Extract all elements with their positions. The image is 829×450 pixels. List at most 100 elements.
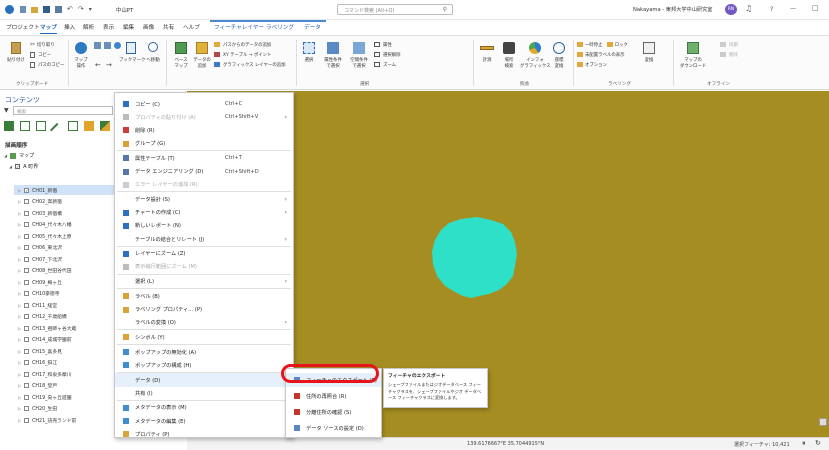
layer-visibility-checkbox[interactable]	[24, 210, 30, 216]
menu-item-data-design[interactable]: データ設計 (S) ›	[115, 192, 293, 206]
pause-drawing-icon[interactable]: ⏸	[802, 439, 806, 448]
layer-item[interactable]: ▷ CH02_高新宿	[18, 197, 62, 207]
add-from-path-button[interactable]: パスからのデータの追加	[214, 41, 271, 48]
menu-item-paste-properties[interactable]: プロパティの貼り付け (A) Ctrl+Shift+V ›	[115, 110, 293, 124]
tab-data[interactable]: データ	[304, 23, 321, 31]
layer-item[interactable]: ▷ CH11_経堂	[18, 300, 57, 310]
layer-visibility-checkbox[interactable]	[24, 337, 30, 342]
layer-item[interactable]: ▷ CH18_登戸	[18, 381, 57, 391]
user-name[interactable]: Nakayama - 東邦大学中山研究室	[633, 6, 713, 13]
new-icon[interactable]	[20, 6, 26, 13]
sync-button[interactable]: 同期	[720, 41, 738, 48]
list-by-labeling-icon[interactable]	[84, 121, 94, 131]
zoom-to-selection-button[interactable]: ズーム	[374, 61, 396, 68]
layer-item[interactable]: ▷ CH07_下北沢	[18, 254, 62, 264]
command-search-input[interactable]: コマンド検索 (Alt+Q) ⚲	[337, 4, 453, 15]
expand-icon[interactable]: ▷	[18, 234, 21, 239]
tab-insert[interactable]: 挿入	[64, 23, 75, 31]
maximize-icon[interactable]: □	[812, 4, 819, 12]
menu-item-sharing[interactable]: 共有 (I)›	[115, 386, 293, 400]
select-by-location-button[interactable]: 空間条件 で選択	[348, 40, 370, 72]
group-layer-checkbox[interactable]: ✓	[15, 164, 21, 169]
copy-path-button[interactable]: パスのコピー	[30, 61, 64, 68]
layer-visibility-checkbox[interactable]	[24, 245, 30, 250]
expand-icon[interactable]: ▷	[18, 188, 21, 193]
expand-icon[interactable]: ▷	[18, 326, 21, 331]
expand-icon[interactable]: ▷	[18, 349, 21, 354]
menu-item-new-report[interactable]: 新しいレポート (N)	[115, 219, 293, 233]
layer-item[interactable]: ▷ CH06_東北沢	[18, 243, 62, 253]
undo-icon[interactable]: ↶	[67, 6, 73, 14]
open-icon[interactable]	[31, 7, 38, 13]
filter-icon[interactable]: ▼	[4, 107, 9, 114]
label-options-button[interactable]: オプション	[577, 61, 607, 68]
layer-visibility-checkbox[interactable]	[24, 325, 30, 331]
expand-icon[interactable]: ▷	[18, 337, 21, 342]
forward-icon[interactable]: →	[106, 61, 112, 69]
menu-item-joins-relates[interactable]: テーブルの結合とリレート (J) ›	[115, 232, 293, 246]
tab-share[interactable]: 共有	[163, 23, 174, 31]
list-by-drawing-order-icon[interactable]	[4, 121, 14, 131]
selected-features-count[interactable]: 選択フィーチャ: 10,421	[734, 441, 790, 448]
submenu-item-review-addresses[interactable]: 分離住所の確認 (S)	[286, 405, 381, 419]
expand-icon[interactable]: ▷	[18, 257, 21, 262]
menu-item-configure-popups[interactable]: ポップアップの構成 (H)	[115, 358, 293, 372]
list-by-selection-icon[interactable]	[36, 121, 46, 131]
tab-imagery[interactable]: 画像	[143, 23, 154, 31]
submenu-item-set-data-source[interactable]: データ ソースの設定 (D)	[286, 421, 381, 435]
menu-item-edit-metadata[interactable]: メタデータの編集 (E)	[115, 414, 293, 428]
xy-table-button[interactable]: XY テーブル → ポイント	[214, 51, 271, 58]
fixed-zoom-out-icon[interactable]	[104, 42, 111, 49]
fixed-zoom-in-icon[interactable]	[94, 42, 101, 49]
list-by-editing-icon[interactable]	[49, 122, 65, 138]
layer-item[interactable]: ▷ CH08_世田谷代田	[18, 266, 72, 276]
contents-search-input[interactable]: 検索	[13, 106, 113, 115]
expand-icon[interactable]: ▷	[18, 222, 21, 227]
layer-visibility-checkbox[interactable]	[24, 371, 30, 377]
menu-item-data[interactable]: データ (D)›	[115, 373, 293, 387]
menu-item-view-metadata[interactable]: メタデータの表示 (M)	[115, 401, 293, 415]
menu-item-remove[interactable]: 削除 (R)	[115, 123, 293, 137]
graphics-layer-button[interactable]: グラフィックス レイヤーの追加	[214, 61, 286, 68]
select-button[interactable]: 選択	[300, 40, 318, 72]
infographics-button[interactable]: インフォ グラフィックス	[520, 40, 551, 72]
layer-item[interactable]: ▷ CH14_成城学園前	[18, 335, 72, 345]
customize-icon[interactable]: ▾	[89, 6, 92, 14]
tab-edit[interactable]: 編集	[123, 23, 134, 31]
menu-item-attribute-table[interactable]: 属性テーブル (T) Ctrl+T	[115, 151, 293, 165]
collapse-icon[interactable]: ◢	[9, 164, 12, 169]
layer-visibility-checkbox[interactable]	[24, 233, 30, 239]
help-icon[interactable]: ?	[770, 5, 773, 13]
layer-item[interactable]: ▷ CH13_祖師ヶ谷大蔵	[18, 323, 76, 333]
layer-visibility-checkbox[interactable]	[24, 222, 30, 227]
expand-icon[interactable]: ▷	[18, 245, 21, 250]
full-extent-icon[interactable]	[114, 42, 121, 49]
layer-item[interactable]: ▷ CH12_千歳船橋	[18, 312, 67, 322]
layer-item[interactable]: ▷ CH03_新宿橋	[18, 208, 62, 218]
layer-visibility-checkbox[interactable]	[24, 406, 30, 411]
tab-help[interactable]: ヘルプ	[183, 23, 200, 31]
add-data-button[interactable]: データの 追加	[193, 40, 211, 72]
submenu-item-rematch-addresses[interactable]: 住所の再照合 (R)	[286, 389, 381, 403]
layer-visibility-checkbox[interactable]	[24, 302, 30, 308]
convert-coordinates-button[interactable]: 座標 変換	[550, 40, 568, 72]
map-node[interactable]: ◢ マップ	[4, 152, 34, 159]
remove-button[interactable]: 削除	[720, 51, 738, 58]
expand-icon[interactable]: ▷	[18, 199, 21, 204]
save-all-icon[interactable]	[55, 6, 62, 13]
locate-button[interactable]: 場所 検索	[500, 40, 518, 72]
layer-item[interactable]: ▷ CH05_代々木上原	[18, 231, 72, 241]
expand-icon[interactable]: ▷	[18, 383, 21, 388]
tab-project[interactable]: プロジェクト	[6, 23, 40, 31]
menu-item-data-engineering[interactable]: データ エンジニアリング (D) Ctrl+Shift+D	[115, 165, 293, 179]
layer-item[interactable]: ▷ CH04_代々木八幡	[18, 220, 72, 230]
expand-icon[interactable]: ▷	[18, 303, 21, 308]
layer-visibility-checkbox[interactable]	[24, 314, 30, 319]
select-by-attributes-button[interactable]: 属性条件 で選択	[322, 40, 344, 72]
tab-feature-layer[interactable]: フィーチャレイヤー	[214, 23, 264, 31]
basemap-button[interactable]: ベース マップ	[172, 40, 190, 72]
expand-icon[interactable]: ▷	[18, 211, 21, 216]
goto-xy-button[interactable]: へ移動	[144, 40, 162, 72]
pause-label-button[interactable]: 一時停止 ロック	[577, 41, 628, 48]
tab-view[interactable]: 表示	[103, 23, 114, 31]
